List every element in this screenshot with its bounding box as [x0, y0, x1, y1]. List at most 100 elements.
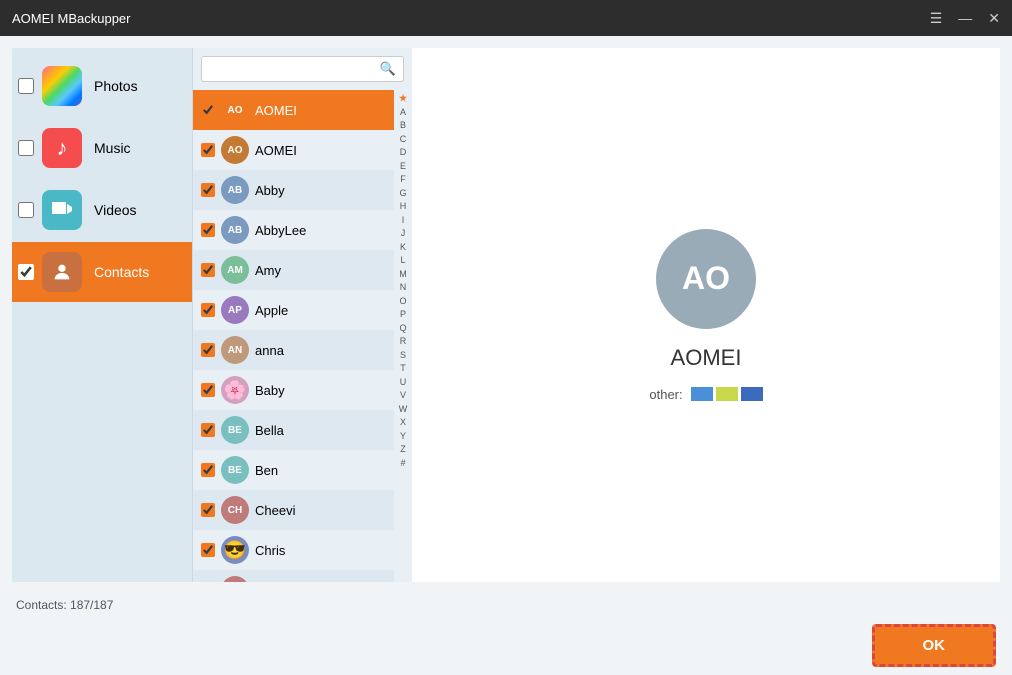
sidebar: Photos ♪ Music Videos [12, 48, 192, 582]
alpha-char-z[interactable]: Z [400, 443, 406, 457]
contact-checkbox[interactable] [201, 183, 215, 197]
search-input[interactable] [201, 56, 404, 82]
contact-checkbox[interactable] [201, 303, 215, 317]
alpha-char-n[interactable]: N [400, 281, 407, 295]
app-title-area: AOMEI MBackupper [12, 11, 131, 26]
contact-name: Bella [255, 423, 284, 438]
contact-name: Apple [255, 303, 288, 318]
contact-name: AbbyLee [255, 223, 306, 238]
sidebar-item-contacts[interactable]: Contacts [12, 242, 192, 302]
contact-checkbox[interactable] [201, 383, 215, 397]
contact-panel: 🔍 AOAOMEIAOAOMEIABAbbyABAbbyLeeAMAmyAPAp… [192, 48, 412, 582]
contact-row[interactable]: AM Amy [193, 250, 394, 290]
videos-checkbox[interactable] [18, 202, 34, 218]
alpha-char-p[interactable]: P [400, 308, 406, 322]
alpha-char-l[interactable]: L [400, 254, 405, 268]
contact-checkbox[interactable] [201, 423, 215, 437]
color-bar-darkblue [741, 387, 763, 401]
contact-row[interactable]: AP Apple [193, 290, 394, 330]
alpha-char-s[interactable]: S [400, 349, 406, 363]
contact-row[interactable]: BEBella [193, 410, 394, 450]
contact-row[interactable]: AOAOMEI [193, 90, 394, 130]
alpha-char-w[interactable]: W [399, 403, 408, 417]
sidebar-item-music[interactable]: ♪ Music [12, 118, 192, 178]
contact-checkbox[interactable] [201, 263, 215, 277]
alpha-char-h[interactable]: H [400, 200, 407, 214]
close-button[interactable]: ✕ [988, 10, 1000, 27]
alpha-char-a[interactable]: A [400, 106, 406, 120]
alpha-char-q[interactable]: Q [399, 322, 406, 336]
alpha-char-f[interactable]: F [400, 173, 406, 187]
titlebar: AOMEI MBackupper ☰ — ✕ [0, 0, 1012, 36]
contact-checkbox[interactable] [201, 543, 215, 557]
contact-row[interactable]: CHCheevi [193, 490, 394, 530]
contact-checkbox[interactable] [201, 463, 215, 477]
alpha-char-v[interactable]: V [400, 389, 406, 403]
alpha-char-c[interactable]: C [400, 133, 407, 147]
alpha-char-b[interactable]: B [400, 119, 406, 133]
contact-checkbox[interactable] [201, 143, 215, 157]
minimize-button[interactable]: — [958, 10, 972, 27]
sidebar-item-videos[interactable]: Videos [12, 180, 192, 240]
alpha-char-x[interactable]: X [400, 416, 406, 430]
color-bars [691, 387, 763, 401]
alpha-char-t[interactable]: T [400, 362, 406, 376]
contact-checkbox[interactable] [201, 503, 215, 517]
contact-name: Cheevi [255, 503, 295, 518]
contact-checkbox[interactable] [201, 223, 215, 237]
contact-avatar: AM [221, 256, 249, 284]
contact-avatar: AB [221, 176, 249, 204]
ok-button[interactable]: OK [872, 624, 997, 667]
alpha-char-j[interactable]: J [401, 227, 406, 241]
bottom-bar: OK [0, 616, 1012, 675]
alpha-char-i[interactable]: I [402, 214, 405, 228]
contact-checkbox[interactable] [201, 103, 215, 117]
menu-button[interactable]: ☰ [930, 10, 943, 27]
contacts-checkbox[interactable] [18, 264, 34, 280]
detail-panel: AO AOMEI other: [412, 48, 1000, 582]
alpha-char-#[interactable]: # [400, 457, 405, 471]
alpha-char-u[interactable]: U [400, 376, 407, 390]
sidebar-item-photos[interactable]: Photos [12, 56, 192, 116]
music-checkbox[interactable] [18, 140, 34, 156]
music-label: Music [94, 140, 131, 156]
app-title: AOMEI MBackupper [12, 11, 131, 26]
alpha-char-e[interactable]: E [400, 160, 406, 174]
contact-name: anna [255, 343, 284, 358]
content-area: Photos ♪ Music Videos [12, 48, 1000, 582]
contacts-icon [42, 252, 82, 292]
contact-row[interactable]: AB Abby [193, 170, 394, 210]
alpha-char-d[interactable]: D [400, 146, 407, 160]
contact-name: Abby [255, 183, 285, 198]
detail-initials: AO [682, 260, 730, 297]
contact-row[interactable]: CHChris [193, 570, 394, 582]
contact-avatar: CH [221, 576, 249, 582]
contact-row[interactable]: 🌸Baby [193, 370, 394, 410]
contact-name: AOMEI [255, 103, 297, 118]
contact-row[interactable]: 😎Chris [193, 530, 394, 570]
contact-name: Chris [255, 543, 285, 558]
alpha-char-m[interactable]: M [399, 268, 407, 282]
contact-name: Amy [255, 263, 281, 278]
contact-name: Ben [255, 463, 278, 478]
contacts-count: Contacts: 187/187 [16, 598, 113, 612]
alpha-char-r[interactable]: R [400, 335, 407, 349]
contact-checkbox[interactable] [201, 343, 215, 357]
contact-row[interactable]: BEBen [193, 450, 394, 490]
contact-list: AOAOMEIAOAOMEIABAbbyABAbbyLeeAMAmyAPAppl… [193, 90, 394, 582]
contact-row[interactable]: ABAbbyLee [193, 210, 394, 250]
alpha-char-k[interactable]: K [400, 241, 406, 255]
alpha-char-y[interactable]: Y [400, 430, 406, 444]
videos-label: Videos [94, 202, 137, 218]
photos-checkbox[interactable] [18, 78, 34, 94]
alpha-char-★[interactable]: ★ [399, 92, 407, 106]
other-label: other: [649, 387, 682, 402]
contact-avatar: AP [221, 296, 249, 324]
search-icon: 🔍 [380, 61, 396, 77]
contact-row[interactable]: ANanna [193, 330, 394, 370]
contact-row[interactable]: AOAOMEI [193, 130, 394, 170]
main-container: Photos ♪ Music Videos [0, 36, 1012, 675]
alpha-char-g[interactable]: G [399, 187, 406, 201]
contact-avatar: AO [221, 136, 249, 164]
alpha-char-o[interactable]: O [399, 295, 406, 309]
